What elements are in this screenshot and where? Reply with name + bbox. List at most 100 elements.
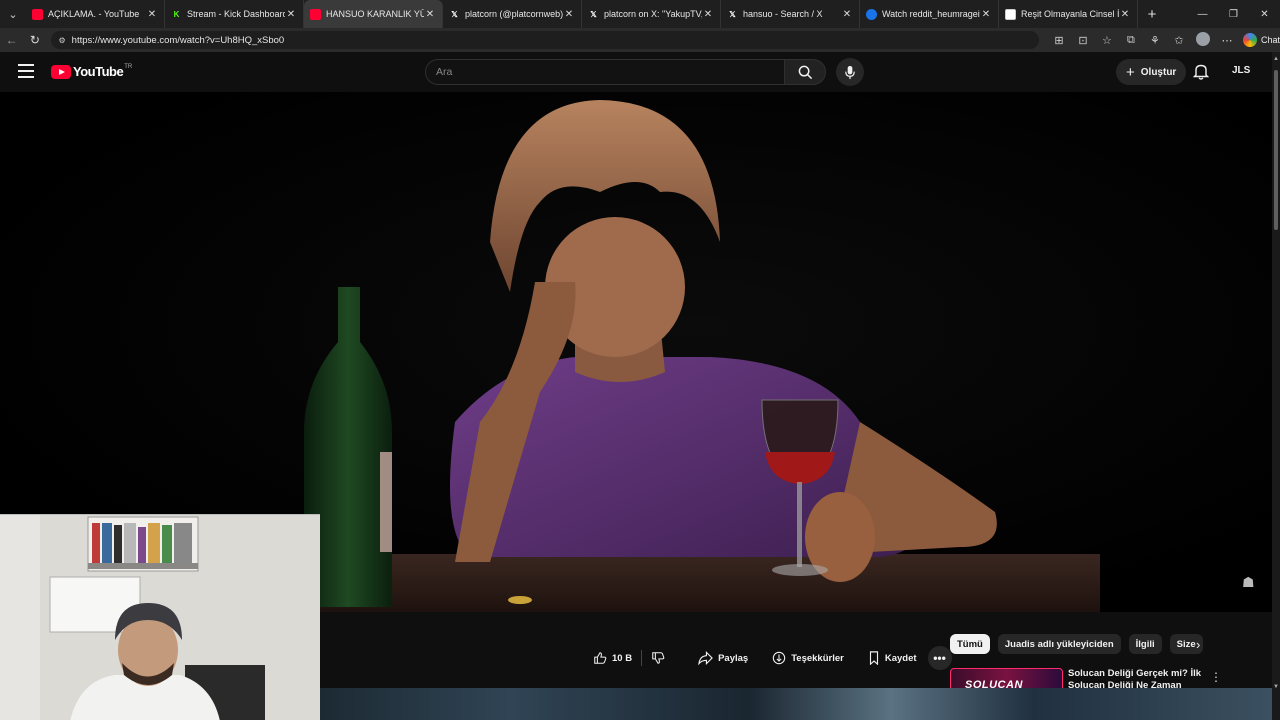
browser-tab[interactable]: Reşit Olmayanla Cinsel İlişk✕ (999, 0, 1138, 28)
webcam-overlay (0, 514, 320, 720)
thanks-heart-dollar-icon (772, 651, 786, 665)
thanks-label: Teşekkürler (791, 652, 844, 664)
like-dislike-divider (641, 650, 643, 666)
next-content-preview (320, 688, 1272, 720)
save-label: Kaydet (884, 652, 917, 664)
recommendation-more-icon[interactable]: ⋮ (1210, 670, 1222, 684)
reload-button[interactable]: ↻ (23, 33, 46, 47)
share-button[interactable]: Paylaş (691, 646, 755, 670)
tab-close-icon[interactable]: ✕ (841, 9, 853, 20)
tab-title: platcorn on X: "YakupTV, Gr (604, 9, 702, 19)
youtube-play-icon (51, 64, 71, 79)
tab-close-icon[interactable]: ✕ (563, 9, 575, 20)
tab-close-icon[interactable]: ✕ (146, 9, 158, 20)
more-horizontal-icon: ••• (933, 651, 946, 665)
scrollbar-thumb[interactable] (1274, 70, 1278, 230)
like-button[interactable]: 10 B (586, 646, 639, 670)
minimize-button[interactable]: — (1187, 0, 1218, 28)
browser-tab[interactable]: K Stream - Kick Dashboard ✕ (165, 0, 304, 28)
tab-title: AÇIKLAMA. - YouTube (48, 9, 140, 19)
tab-search-chevron-icon[interactable]: ⌄ (0, 0, 26, 28)
page-scrollbar[interactable]: ▲ ▼ (1272, 52, 1280, 720)
thumbs-up-icon (594, 652, 607, 664)
more-actions-button[interactable]: ••• (927, 646, 952, 670)
tab-title: Stream - Kick Dashboard (187, 9, 285, 19)
maximize-button[interactable]: ❐ (1218, 0, 1249, 28)
browser-tab[interactable]: AÇIKLAMA. - YouTube ✕ (26, 0, 165, 28)
browser-menu-icon[interactable]: ⋯ (1215, 34, 1239, 47)
thumbs-down-icon (652, 652, 665, 664)
filter-chip[interactable]: İlgili (1128, 634, 1162, 654)
streamer-camera-image (0, 515, 320, 720)
url-text: https://www.youtube.com/watch?v=Uh8HQ_xS… (71, 34, 285, 46)
logo-text: YouTube (73, 64, 124, 79)
dislike-button[interactable] (644, 646, 677, 670)
chat-logo-icon (1242, 33, 1257, 47)
back-button[interactable]: ← (0, 33, 23, 47)
plus-icon: + (1126, 63, 1135, 81)
new-tab-button[interactable]: + (1138, 6, 1166, 23)
save-button[interactable]: Kaydet (861, 646, 924, 670)
tab-close-icon[interactable]: ✕ (702, 9, 714, 20)
create-button[interactable]: + Oluştur (1116, 59, 1187, 85)
browser-tab[interactable]: 𝕏platcorn on X: "YakupTV, Gr✕ (582, 0, 721, 28)
install-app-icon[interactable]: ⊡ (1071, 34, 1095, 47)
tab-title: Watch reddit_heumrageifsar (882, 9, 980, 19)
x-icon: 𝕏 (729, 9, 736, 19)
tab-close-icon[interactable]: ✕ (285, 9, 297, 20)
youtube-logo[interactable]: YouTube TR (51, 64, 132, 79)
browser-tab[interactable]: Watch reddit_heumrageifsar✕ (860, 0, 999, 28)
tab-close-icon[interactable]: ✕ (424, 9, 436, 20)
search-input[interactable]: Ara (425, 59, 784, 85)
related-filter-chips: Tümü Juadis adlı yükleyiciden İlgili Size (950, 634, 1211, 654)
microphone-icon (845, 65, 855, 79)
browser-tab-strip: ⌄ AÇIKLAMA. - YouTube ✕ K Stream - Kick Das… (0, 0, 1280, 28)
tab-title: HANSUO KARANLIK YÜZÜ (326, 9, 424, 19)
voice-search-button[interactable] (836, 58, 864, 86)
x-icon: 𝕏 (590, 9, 597, 19)
bookmark-star-icon[interactable]: ☆ (1095, 34, 1119, 47)
window-controls: — ❐ ✕ (1187, 0, 1280, 28)
chat-label: Chat (1260, 35, 1280, 45)
translate-icon[interactable]: ⊞ (1047, 34, 1071, 47)
like-count: 10 B (612, 652, 633, 664)
site-info-icon[interactable]: ⚙ (59, 36, 66, 45)
hamburger-menu-icon[interactable] (18, 64, 34, 78)
notifications-bell-icon[interactable] (1192, 63, 1210, 85)
region-code: TR (124, 63, 133, 70)
youtube-header: YouTube TR Ara + Oluştur JLS (0, 52, 1272, 92)
address-bar-row: ← ↻ ⚙ https://www.youtube.com/watch?v=Uh… (0, 28, 1280, 52)
share-label: Paylaş (718, 652, 749, 664)
tab-title: platcorn (@platcornweb) / X (465, 9, 563, 19)
tab-title: hansuo - Search / X (743, 9, 823, 19)
tab-close-icon[interactable]: ✕ (1119, 9, 1131, 20)
create-label: Oluştur (1140, 66, 1177, 78)
browser-tab[interactable]: 𝕏platcorn (@platcornweb) / X✕ (443, 0, 582, 28)
tab-close-icon[interactable]: ✕ (980, 9, 992, 20)
scroll-down-icon[interactable]: ▼ (1273, 684, 1279, 690)
tab-title: Reşit Olmayanla Cinsel İlişk (1021, 9, 1119, 19)
svg-text:☗: ☗ (1242, 575, 1255, 591)
search-button[interactable] (784, 59, 826, 85)
profile-avatar-icon[interactable] (1191, 31, 1215, 49)
search-icon (798, 65, 812, 79)
extensions-icon[interactable]: ⧉ (1119, 34, 1143, 47)
youtube-icon (32, 8, 43, 20)
video-actions-bar: 10 B Paylaş Teşekkürler Kaydet ••• (586, 646, 952, 670)
close-window-button[interactable]: ✕ (1249, 0, 1280, 28)
chat-button[interactable]: Chat (1242, 33, 1280, 47)
thanks-button[interactable]: Teşekkürler (765, 646, 851, 670)
browser-tab[interactable]: HANSUO KARANLIK YÜZÜ✕ (304, 0, 443, 28)
chips-next-chevron-icon[interactable]: › (1196, 637, 1200, 652)
reddit-icon (866, 8, 877, 20)
filter-chip[interactable]: Tümü (950, 634, 990, 654)
youtube-icon (310, 8, 321, 20)
browser-tab[interactable]: 𝕏hansuo - Search / X ✕ (721, 0, 860, 28)
kick-icon: K (173, 9, 180, 19)
account-avatar[interactable]: JLS (1232, 65, 1250, 76)
filter-chip[interactable]: Juadis adlı yükleyiciden (997, 634, 1121, 654)
extension-puzzle-icon[interactable]: ⚘ (1143, 34, 1167, 47)
url-field[interactable]: ⚙ https://www.youtube.com/watch?v=Uh8HQ_… (50, 31, 1039, 49)
scroll-up-icon[interactable]: ▲ (1273, 56, 1279, 62)
favorites-icon[interactable]: ✩ (1167, 34, 1191, 47)
